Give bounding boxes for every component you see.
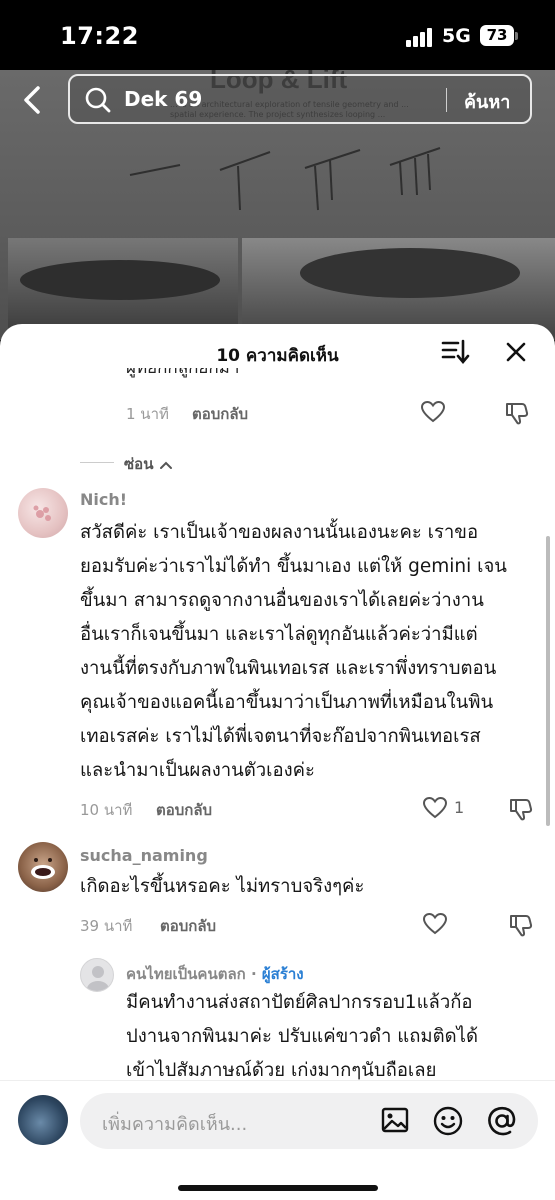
avatar[interactable] <box>18 488 68 538</box>
hide-divider <box>80 462 114 463</box>
background-tree <box>300 248 520 298</box>
comment-input[interactable]: เพิ่มความคิดเห็น... <box>80 1093 538 1149</box>
heart-icon[interactable] <box>422 796 448 820</box>
reply-line: เข้าไปสัมภาษณ์ด้วย เก่งมากๆนับถือเลย <box>126 1060 437 1080</box>
heart-icon[interactable] <box>422 912 448 936</box>
creator-badge: ผู้สร้าง <box>261 965 304 983</box>
thumbs-down-icon[interactable] <box>504 400 530 426</box>
comments-list[interactable]: ผู้ที่ยกกลูกยกม้า 1 นาที ตอบกลับ ซ่อน Ni… <box>0 368 555 1080</box>
image-icon[interactable] <box>380 1105 410 1135</box>
comments-count-title: 10 ความคิดเห็น <box>216 346 339 366</box>
home-indicator <box>178 1185 378 1191</box>
reply-line: ปงานจากพินมาค่ะ ปรับแค่ขาวดำ แถมติดได้ <box>126 1026 478 1047</box>
reply-button[interactable]: ตอบกลับ <box>156 798 212 822</box>
battery-tip <box>515 32 518 40</box>
search-input[interactable]: Dek 69 <box>124 87 202 111</box>
battery-icon: 73 <box>480 25 514 46</box>
search-icon <box>85 87 111 113</box>
comment-input-placeholder: เพิ่มความคิดเห็น... <box>102 1114 248 1135</box>
comment-timestamp: 39 นาที <box>80 917 133 935</box>
emoji-icon[interactable] <box>432 1105 464 1137</box>
status-time: 17:22 <box>60 22 139 50</box>
reply-line: มีคนทำงานส่งสถาปัตย์ศิลปากรรอบ1แล้วก้อ <box>126 992 473 1013</box>
comment-timestamp: 10 นาที <box>80 801 133 819</box>
comment-line: เกิดอะไรขึ้นหรอคะ ไม่ทราบจริงๆค่ะ <box>80 876 365 897</box>
comment-username[interactable]: sucha_naming <box>80 846 208 865</box>
comment-line: เทอเรสค่ะ เราไม่ได้พี่เจตนาที่จะก๊อปจากพ… <box>80 726 481 747</box>
signal-icon <box>406 27 436 47</box>
reply-username-text: คนไทยเป็นคนตลก <box>126 965 246 983</box>
thumbs-down-icon[interactable] <box>508 912 534 938</box>
search-bar[interactable]: Dek 69 ค้นหา <box>68 74 532 124</box>
flower-icon <box>33 505 51 521</box>
default-user-icon <box>87 966 109 991</box>
at-icon[interactable] <box>486 1105 518 1137</box>
status-bar: 17:22 5G 73 <box>0 0 555 70</box>
comment-line: ขึ้นมา สามารถดูจากงานอื่นของเราได้เลยค่ะ… <box>80 590 484 611</box>
reply-button[interactable]: ตอบกลับ <box>160 914 216 938</box>
reply-timestamp: 1 นาที <box>126 405 169 423</box>
reply-username[interactable]: คนไทยเป็นคนตลก · ผู้สร้าง <box>126 962 304 986</box>
comments-sheet: 10 ความคิดเห็น ผู้ที่ยกกลูกยกม้า 1 นาที … <box>0 324 555 1200</box>
search-button[interactable]: ค้นหา <box>464 87 510 116</box>
comment-line: งานนี้ที่ตรงกับภาพในพินเทอเรส และเราพึ่ง… <box>80 658 497 679</box>
close-icon[interactable] <box>504 340 528 364</box>
separator: · <box>245 965 262 983</box>
scrollbar[interactable] <box>546 536 550 826</box>
my-avatar[interactable] <box>18 1095 68 1145</box>
reply-text: มีคนทำงานส่งสถาปัตย์ศิลปากรรอบ1แล้วก้อ ป… <box>126 986 540 1080</box>
comment-line: และนำมาเป็นผลงานตัวเองค่ะ <box>80 760 315 781</box>
reply-button[interactable]: ตอบกลับ <box>192 402 248 426</box>
reply-text-cut: ผู้ที่ยกกลูกยกม้า <box>126 368 240 378</box>
comment-text: เกิดอะไรขึ้นหรอคะ ไม่ทราบจริงๆค่ะ <box>80 870 540 904</box>
like-count: 1 <box>454 798 465 817</box>
network-type: 5G <box>442 25 471 47</box>
heart-icon[interactable] <box>420 400 446 424</box>
comment-text: สวัสดีค่ะ เราเป็นเจ้าของผลงานนั้นเองนะคะ… <box>80 516 540 788</box>
comment-line: คุณเจ้าของแอคนี้เอาขึ้นมาว่าเป็นภาพที่เห… <box>80 692 494 713</box>
avatar[interactable] <box>80 958 114 992</box>
thumbs-down-icon[interactable] <box>508 796 534 822</box>
comment-line: อื่นเราก็เจนขึ้นมา และเราไล่ดูทุกอันแล้ว… <box>80 624 478 645</box>
avatar[interactable] <box>18 842 68 892</box>
background-tree <box>20 260 220 300</box>
comment-composer: เพิ่มความคิดเห็น... <box>0 1080 555 1200</box>
comment-username[interactable]: Nich! <box>80 490 127 509</box>
chevron-up-icon <box>159 461 172 469</box>
chevron-left-icon <box>24 86 40 114</box>
comment-line: ยอมรับค่ะว่าเราไม่ได้ทำ ขึ้นมาเอง แต่ให้… <box>80 556 507 577</box>
back-button[interactable] <box>14 82 50 118</box>
comment-line: สวัสดีค่ะ เราเป็นเจ้าของผลงานนั้นเองนะคะ… <box>80 522 479 543</box>
face-icon <box>31 858 55 879</box>
hide-replies-label: ซ่อน <box>124 452 173 476</box>
search-divider <box>446 88 447 112</box>
sort-icon[interactable] <box>440 338 470 366</box>
sketch-figures <box>129 147 441 211</box>
